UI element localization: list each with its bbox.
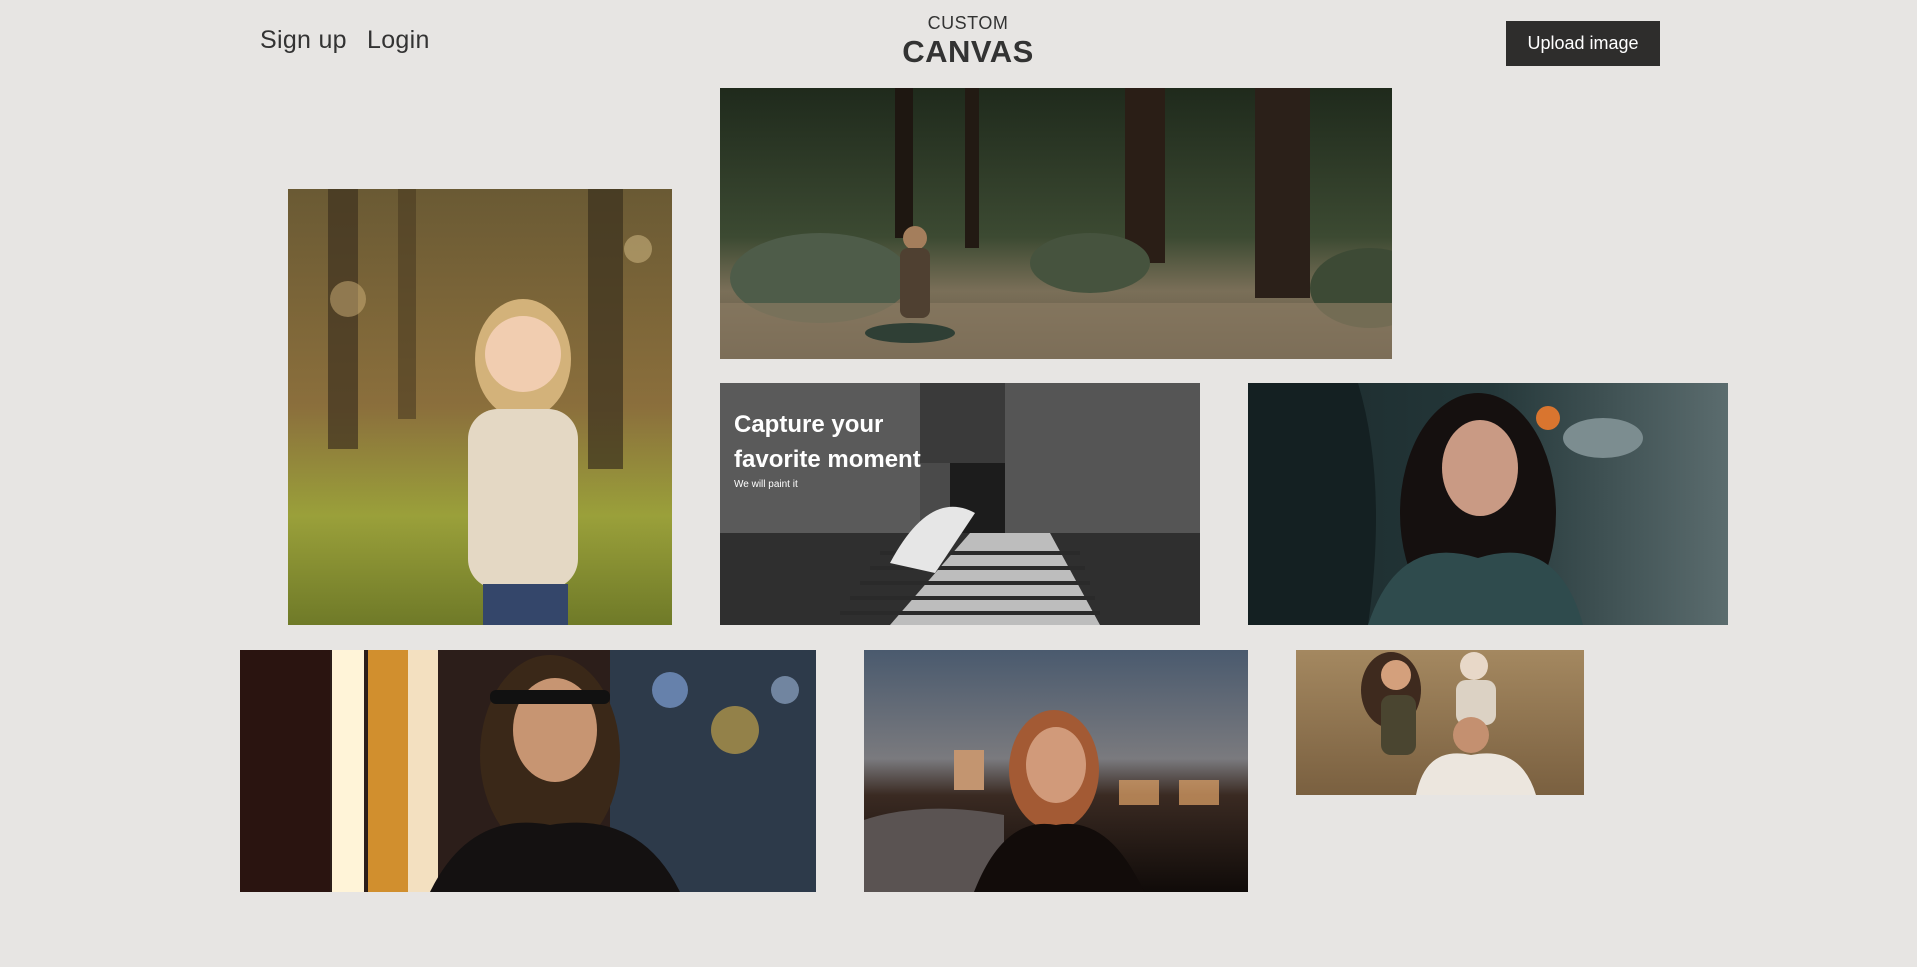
gallery-image-forest-child[interactable] (720, 88, 1392, 359)
family-photo (1296, 650, 1584, 795)
gallery-image-blonde-girl[interactable] (288, 189, 672, 625)
login-link[interactable]: Login (367, 26, 430, 55)
woman-sunset-photo (864, 650, 1248, 892)
promo-overlay: Capture your favorite moment We will pai… (734, 407, 964, 490)
promo-subline: We will paint it (734, 479, 798, 490)
gallery-image-woman-sunset[interactable] (864, 650, 1248, 892)
gallery-image-woman-car[interactable] (1248, 383, 1728, 625)
brand-top-text: CUSTOM (927, 13, 1009, 33)
brand-main-text: CANVAS (902, 34, 1034, 69)
blonde-girl-photo (288, 189, 672, 625)
woman-car-photo (1248, 383, 1728, 625)
gallery-image-family[interactable] (1296, 650, 1584, 795)
signup-link[interactable]: Sign up (260, 26, 347, 55)
upload-image-button[interactable]: Upload image (1506, 21, 1660, 66)
gallery-image-umbrella-promo[interactable]: Capture your favorite moment We will pai… (720, 383, 1200, 625)
man-glasses-photo (240, 650, 816, 892)
page: Sign up Login CUSTOM CANVAS Upload image (0, 0, 1917, 967)
promo-headline: Capture your favorite moment (734, 411, 921, 473)
brand-logo[interactable]: CUSTOM CANVAS (868, 12, 1068, 70)
forest-child-photo (720, 88, 1392, 359)
gallery-image-man-glasses[interactable] (240, 650, 816, 892)
